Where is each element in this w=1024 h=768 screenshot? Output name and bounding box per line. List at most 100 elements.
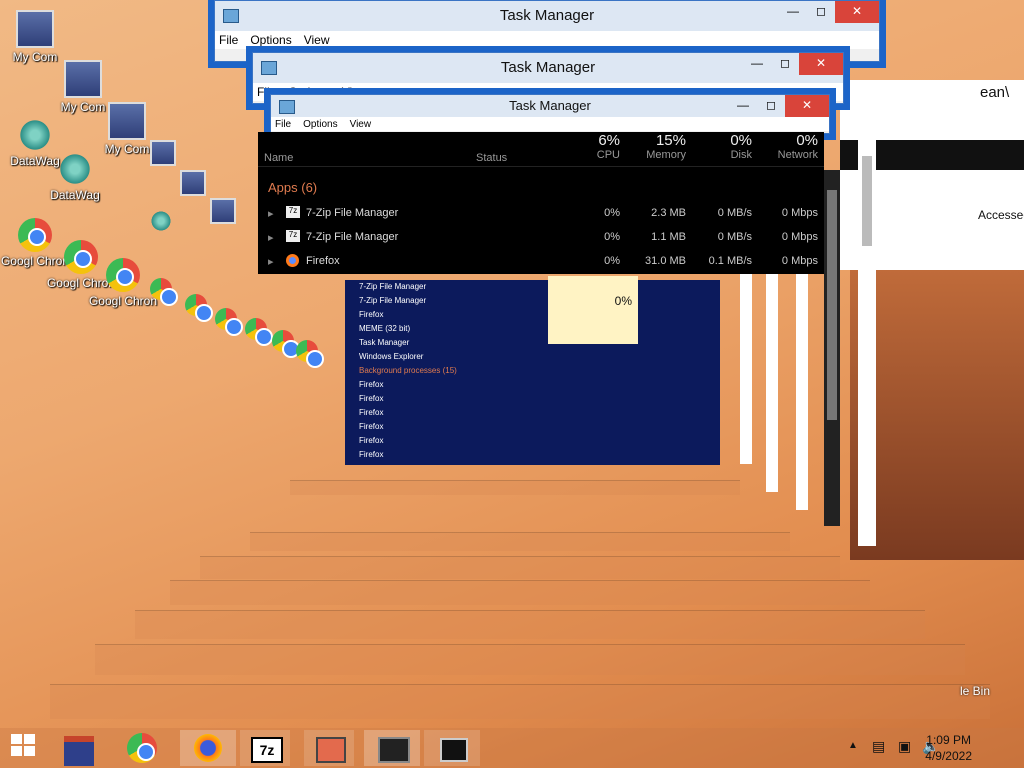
- 7zip-icon: 7z: [286, 230, 300, 242]
- column-cpu[interactable]: 6% CPU: [558, 132, 620, 161]
- computer-icon: [108, 102, 146, 140]
- 7zip-icon: 7z: [286, 206, 300, 218]
- process-list-shadow: 7-Zip File Manager 7-Zip File Manager Fi…: [345, 280, 720, 465]
- menu-file[interactable]: File: [275, 119, 291, 130]
- datawagon-icon: [150, 210, 172, 232]
- group-background-header[interactable]: Background processes (15): [345, 364, 720, 378]
- scrollbar-thumb[interactable]: [862, 156, 872, 246]
- close-button[interactable]: ✕: [835, 1, 879, 23]
- datawagon-icon: [316, 737, 346, 763]
- expand-chevron-icon[interactable]: ▸: [268, 231, 274, 244]
- menu-file[interactable]: File: [219, 33, 238, 47]
- table-row[interactable]: ▸ 7z 7-Zip File Manager 0% 1.1 MB 0 MB/s…: [258, 226, 824, 250]
- minimize-button[interactable]: —: [729, 95, 757, 117]
- taskbar-echo: [200, 556, 840, 579]
- table-row[interactable]: ▸ Firefox 0% 31.0 MB 0.1 MB/s 0 Mbps: [258, 250, 824, 274]
- list-item[interactable]: Firefox: [345, 392, 720, 406]
- task-manager-icon: [279, 100, 295, 114]
- datawagon-icon: [58, 152, 92, 186]
- computer-icon: [150, 140, 176, 166]
- clock-time: 1:09 PM: [926, 733, 971, 747]
- list-item[interactable]: Windows Explorer: [345, 350, 720, 364]
- column-memory[interactable]: 15% Memory: [628, 132, 686, 161]
- list-item[interactable]: Firefox: [345, 378, 720, 392]
- column-network[interactable]: 0% Network: [758, 132, 818, 161]
- task-manager-icon: [223, 9, 239, 23]
- computer-icon: [16, 10, 54, 48]
- list-item[interactable]: Firefox: [345, 308, 720, 322]
- minimize-button[interactable]: —: [779, 1, 807, 23]
- firefox-button[interactable]: [180, 730, 236, 766]
- window-title: Task Manager: [509, 98, 591, 113]
- column-status[interactable]: Status: [476, 152, 507, 164]
- path-text: ean\: [980, 84, 1010, 101]
- maximize-button[interactable]: ◻: [807, 1, 835, 23]
- menu-view[interactable]: View: [304, 33, 330, 47]
- clock-date: 4/9/2022: [925, 749, 972, 763]
- recycle-bin-label[interactable]: le Bin: [960, 684, 990, 698]
- firefox-icon: [194, 734, 222, 762]
- task-manager-icon: [378, 737, 410, 763]
- chrome-icon: [296, 340, 324, 368]
- file-explorer-icon: [64, 736, 94, 766]
- chrome-button[interactable]: [124, 730, 164, 766]
- window-title: Task Manager: [499, 7, 595, 24]
- taskbar-echo: [135, 610, 925, 639]
- close-button[interactable]: ✕: [799, 53, 843, 75]
- menu-options[interactable]: Options: [250, 33, 291, 47]
- list-item[interactable]: Firefox: [345, 406, 720, 420]
- list-item[interactable]: Firefox: [345, 448, 720, 462]
- scrollbar[interactable]: [740, 274, 752, 464]
- expand-chevron-icon[interactable]: ▸: [268, 255, 274, 268]
- start-button[interactable]: [8, 730, 48, 766]
- 7zip-button[interactable]: 7z: [240, 730, 290, 766]
- group-apps-header[interactable]: Apps (6): [268, 180, 317, 195]
- scrollbar-thumb[interactable]: [827, 190, 837, 420]
- datawagon-icon: [18, 118, 52, 152]
- maximize-button[interactable]: ◻: [771, 53, 799, 75]
- start-icon: [11, 734, 35, 756]
- maximize-button[interactable]: ◻: [757, 95, 785, 117]
- file-explorer-button[interactable]: [60, 730, 100, 766]
- close-button[interactable]: ✕: [785, 95, 829, 117]
- cpu-highlight-cell: 0%: [548, 276, 638, 344]
- menu-options[interactable]: Options: [303, 119, 337, 130]
- list-item[interactable]: 7-Zip File Manager: [345, 280, 720, 294]
- list-item[interactable]: 7-Zip File Manager: [345, 294, 720, 308]
- desktop-icon-my-computer[interactable]: My Com: [0, 10, 70, 64]
- scrollbar[interactable]: [824, 170, 840, 526]
- column-name[interactable]: Name: [264, 152, 293, 164]
- show-hidden-icons-icon[interactable]: ▲: [848, 740, 858, 751]
- terminal-button[interactable]: [424, 730, 480, 766]
- network-icon[interactable]: ▤: [872, 738, 885, 755]
- table-header: Name Status 6% CPU 15% Memory 0% Disk 0%…: [258, 132, 824, 167]
- menu-view[interactable]: View: [350, 119, 372, 130]
- scrollbar[interactable]: [858, 136, 876, 546]
- table-row[interactable]: ▸ 7z 7-Zip File Manager 0% 2.3 MB 0 MB/s…: [258, 202, 824, 226]
- desktop-icon-datawagon[interactable]: DataWag: [40, 152, 110, 202]
- system-clock[interactable]: 1:09 PM 4/9/2022: [925, 732, 972, 764]
- task-manager-window-3[interactable]: Task Manager — ◻ ✕ File Options View: [270, 94, 830, 134]
- computer-icon: [210, 198, 236, 224]
- expand-chevron-icon[interactable]: ▸: [268, 207, 274, 220]
- minimize-button[interactable]: —: [743, 53, 771, 75]
- scrollbar[interactable]: [796, 274, 808, 510]
- display-icon[interactable]: ▣: [898, 738, 911, 755]
- taskbar-echo: [250, 532, 790, 551]
- chrome-icon: [245, 318, 273, 346]
- list-item[interactable]: Firefox: [345, 434, 720, 448]
- list-item[interactable]: MEME (32 bit): [345, 322, 720, 336]
- desktop-icon-chrome[interactable]: Googl Chron: [88, 258, 158, 308]
- 7zip-icon: 7z: [251, 737, 283, 763]
- terminal-icon: [440, 738, 468, 762]
- taskbar-echo: [290, 480, 740, 495]
- process-table: Name Status 6% CPU 15% Memory 0% Disk 0%…: [258, 132, 824, 274]
- task-manager-button[interactable]: [364, 730, 420, 766]
- column-disk[interactable]: 0% Disk: [698, 132, 752, 161]
- accessed-column: Accessed: [978, 208, 1024, 222]
- scrollbar[interactable]: [766, 274, 778, 492]
- chrome-icon: [127, 733, 157, 763]
- datawagon-button[interactable]: [304, 730, 354, 766]
- list-item[interactable]: Firefox: [345, 420, 720, 434]
- list-item[interactable]: Task Manager: [345, 336, 720, 350]
